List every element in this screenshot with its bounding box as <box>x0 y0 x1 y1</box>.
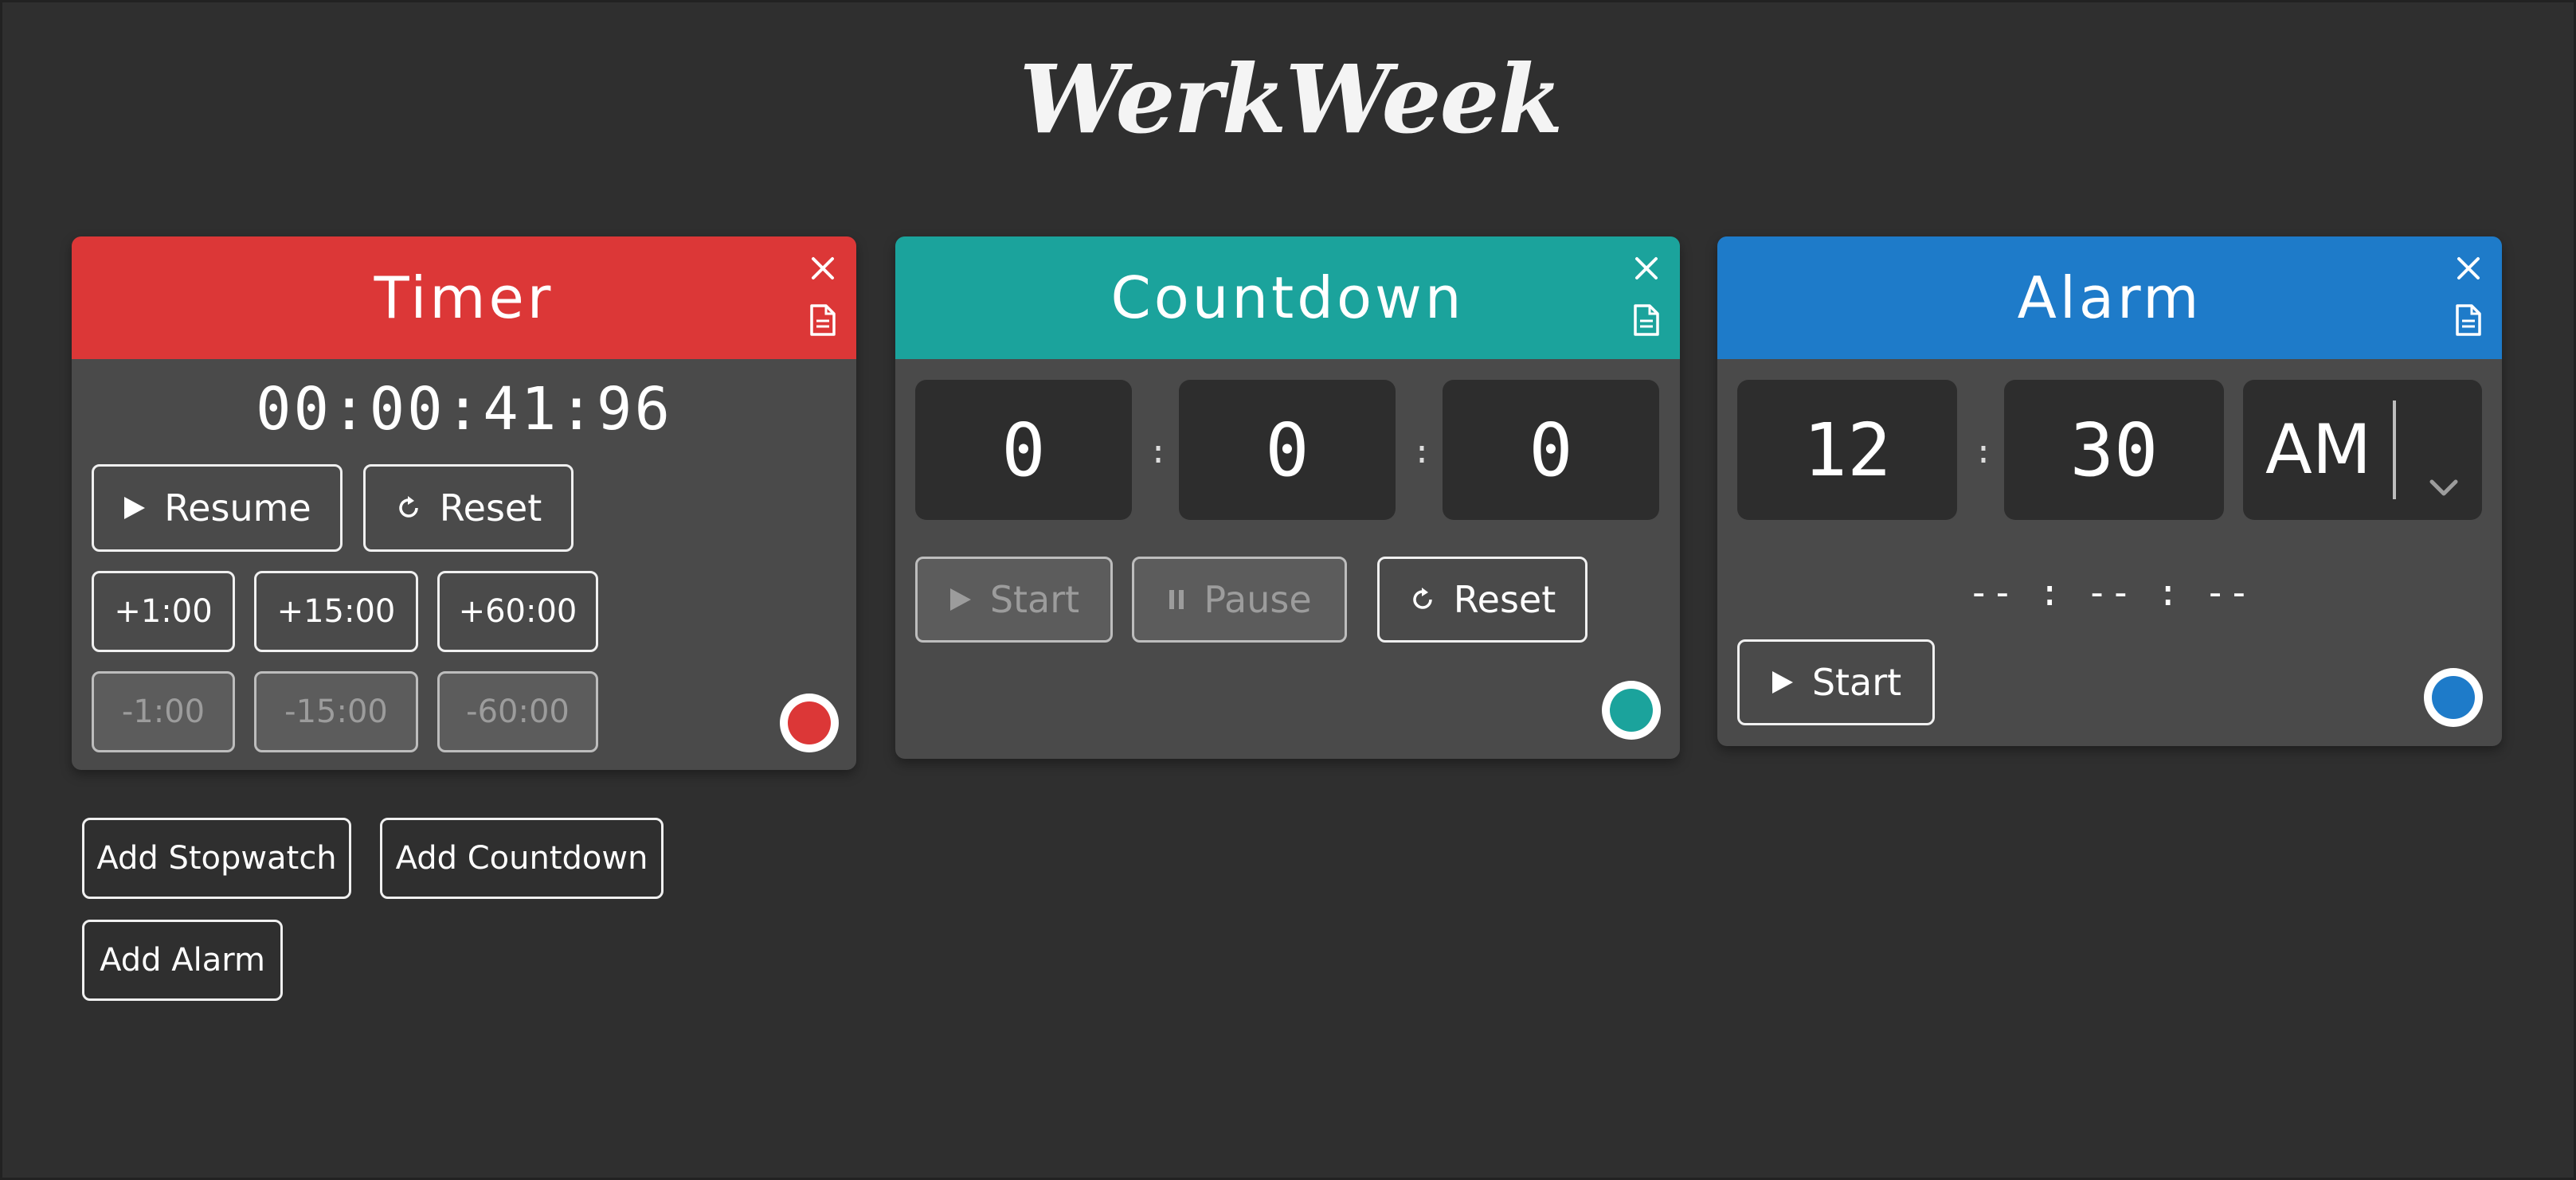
alarm-separator: : <box>1974 434 1994 471</box>
timer-card: Timer 00:00:41:96 Resume Reset +1:00 +15… <box>72 236 856 770</box>
close-icon[interactable] <box>808 254 837 286</box>
alarm-card: Alarm 12 : 30 AM -- : -- : -- Start <box>1717 236 2502 746</box>
add-stopwatch-button[interactable]: Add Stopwatch <box>82 818 351 899</box>
countdown-card-header: Countdown <box>895 236 1680 359</box>
timer-sub-15min-button[interactable]: -15:00 <box>254 671 418 752</box>
timer-resume-button[interactable]: Resume <box>92 464 343 552</box>
close-icon[interactable] <box>2454 254 2483 286</box>
timer-add-15min-button[interactable]: +15:00 <box>254 571 418 652</box>
add-countdown-button[interactable]: Add Countdown <box>380 818 664 899</box>
alarm-minute-input[interactable]: 30 <box>2004 380 2224 520</box>
alarm-remaining-display: -- : -- : -- <box>1967 571 2252 614</box>
timer-color-indicator[interactable] <box>780 694 839 752</box>
timer-color-swatch <box>788 701 831 744</box>
countdown-reset-label: Reset <box>1453 578 1556 621</box>
alarm-start-button[interactable]: Start <box>1737 639 1935 725</box>
countdown-start-button[interactable]: Start <box>915 557 1113 643</box>
timer-resume-label: Resume <box>164 486 311 529</box>
alarm-card-title: Alarm <box>2017 264 2202 331</box>
timer-reset-button[interactable]: Reset <box>363 464 574 552</box>
alarm-color-swatch <box>2432 676 2475 719</box>
timer-sub-60min-button[interactable]: -60:00 <box>437 671 598 752</box>
countdown-reset-button[interactable]: Reset <box>1377 557 1587 643</box>
play-icon <box>123 495 147 521</box>
timer-add-60min-button[interactable]: +60:00 <box>437 571 598 652</box>
document-icon[interactable] <box>808 303 837 336</box>
alarm-period-select[interactable]: AM <box>2243 380 2482 520</box>
select-divider <box>2393 400 2396 499</box>
timer-reset-label: Reset <box>439 486 542 529</box>
chevron-down-icon <box>2428 436 2460 515</box>
countdown-minutes-input[interactable]: 0 <box>1179 380 1396 520</box>
alarm-color-indicator[interactable] <box>2424 668 2483 727</box>
timer-sub-1min-button[interactable]: -1:00 <box>92 671 235 752</box>
countdown-separator: : <box>1412 434 1432 471</box>
countdown-card: Countdown 0 : 0 : 0 Start Pause Reset <box>895 236 1680 759</box>
alarm-hour-input[interactable]: 12 <box>1737 380 1957 520</box>
alarm-start-label: Start <box>1811 661 1902 704</box>
timer-card-title: Timer <box>374 264 554 331</box>
refresh-icon <box>395 494 422 522</box>
pause-icon <box>1167 588 1186 611</box>
close-icon[interactable] <box>1632 254 1661 286</box>
alarm-card-header: Alarm <box>1717 236 2502 359</box>
document-icon[interactable] <box>2454 303 2483 336</box>
countdown-pause-label: Pause <box>1204 578 1312 621</box>
countdown-hours-input[interactable]: 0 <box>915 380 1132 520</box>
play-icon <box>1771 670 1795 695</box>
countdown-separator: : <box>1149 434 1169 471</box>
countdown-color-indicator[interactable] <box>1602 681 1661 740</box>
countdown-start-label: Start <box>989 578 1080 621</box>
timer-add-1min-button[interactable]: +1:00 <box>92 571 235 652</box>
countdown-pause-button[interactable]: Pause <box>1132 557 1347 643</box>
app-window: WerkWeek Timer 00:00:41:96 Resume Reset … <box>0 0 2576 1180</box>
countdown-card-title: Countdown <box>1110 264 1465 331</box>
app-logo-title: WerkWeek <box>1019 44 1564 154</box>
play-icon <box>949 587 973 612</box>
refresh-icon <box>1409 586 1436 613</box>
document-icon[interactable] <box>1632 303 1661 336</box>
timer-display: 00:00:41:96 <box>255 375 673 443</box>
timer-card-header: Timer <box>72 236 856 359</box>
countdown-seconds-input[interactable]: 0 <box>1443 380 1659 520</box>
add-alarm-button[interactable]: Add Alarm <box>82 920 283 1001</box>
countdown-color-swatch <box>1610 689 1653 732</box>
alarm-period-value: AM <box>2265 410 2372 490</box>
